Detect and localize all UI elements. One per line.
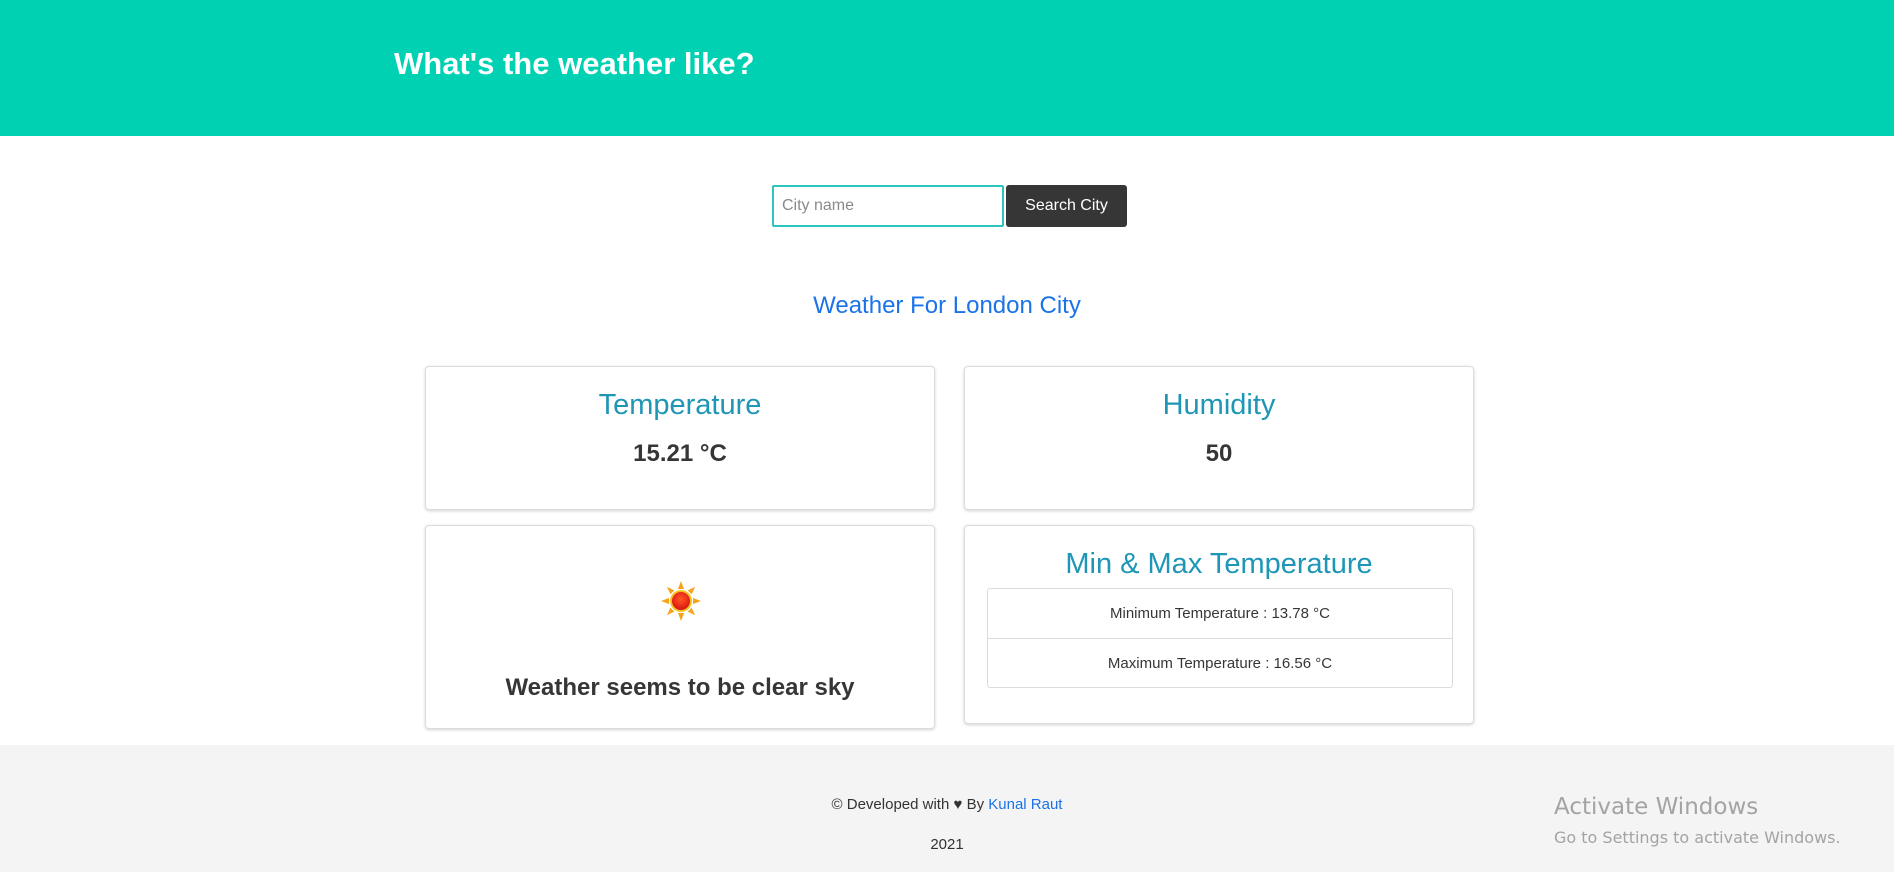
page-title: What's the weather like? (394, 46, 755, 81)
sun-icon (661, 581, 701, 621)
activate-windows-watermark: Activate Windows Go to Settings to activ… (1554, 794, 1841, 847)
heart-icon: ♥ (953, 796, 963, 813)
temperature-value: 15.21 °C (633, 440, 727, 467)
min-max-temperature-card: Min & Max Temperature Minimum Temperatur… (964, 525, 1474, 724)
temperature-title: Temperature (598, 389, 762, 421)
humidity-title: Humidity (1162, 389, 1276, 421)
watermark-title: Activate Windows (1554, 794, 1759, 820)
temperature-card: Temperature 15.21 °C (425, 366, 935, 510)
city-search-input[interactable] (772, 185, 1004, 227)
humidity-value: 50 (1205, 440, 1233, 467)
max-temperature-item: Maximum Temperature : 16.56 °C (988, 638, 1452, 687)
watermark-subtitle: Go to Settings to activate Windows. (1554, 828, 1841, 847)
author-link[interactable]: Kunal Raut (988, 796, 1062, 813)
city-heading: Weather For London City (813, 292, 1081, 319)
min-max-title: Min & Max Temperature (1065, 548, 1373, 580)
footer-prefix: © Developed with (831, 796, 950, 813)
search-city-button[interactable]: Search City (1006, 185, 1127, 227)
weather-condition-card: Weather seems to be clear sky (425, 525, 935, 729)
footer-by: By (966, 796, 985, 813)
min-max-list: Minimum Temperature : 13.78 °C Maximum T… (987, 588, 1453, 688)
weather-description: Weather seems to be clear sky (505, 674, 855, 701)
search-form: Search City (772, 185, 1127, 227)
min-temperature-item: Minimum Temperature : 13.78 °C (1110, 605, 1330, 622)
page-header: What's the weather like? (0, 0, 1894, 136)
humidity-card: Humidity 50 (964, 366, 1474, 510)
